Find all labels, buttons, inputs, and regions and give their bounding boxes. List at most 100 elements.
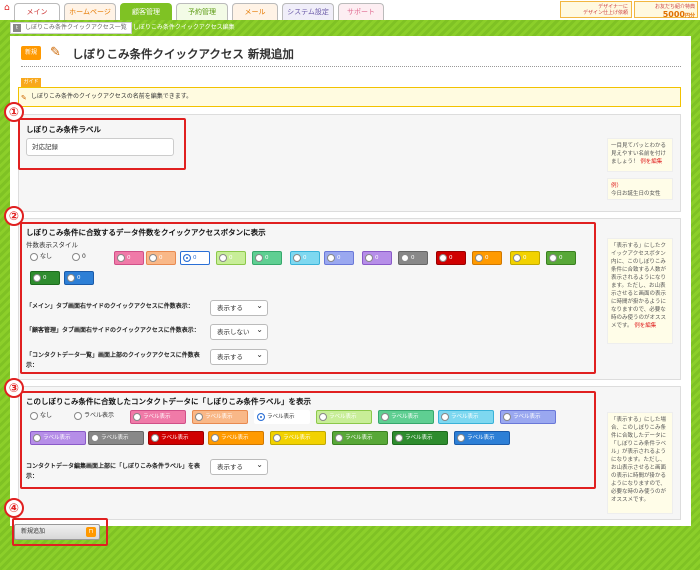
- option-label: ラベル表示: [345, 435, 373, 441]
- tab-label: メイン: [26, 8, 48, 16]
- option-label: 0: [411, 255, 415, 261]
- contact-label-style-option[interactable]: ラベル表示: [378, 410, 434, 424]
- option-label: ラベル表示: [267, 414, 295, 420]
- option-label: ラベル表示: [84, 412, 115, 419]
- option-label: 0: [82, 253, 86, 260]
- contact-label-style-option[interactable]: ラベル表示: [392, 431, 448, 445]
- contact-label-style-option[interactable]: ラベル表示: [316, 410, 372, 424]
- contact-label-style-option[interactable]: ラベル表示: [332, 431, 388, 445]
- radio-icon: [549, 253, 557, 262]
- radio-icon: [30, 411, 38, 420]
- count-style-option[interactable]: 0: [30, 271, 60, 285]
- contact-label-style-option[interactable]: ラベル表示: [130, 410, 186, 424]
- count-row-customer-select[interactable]: 表示しない: [210, 323, 268, 340]
- tab-mail[interactable]: メール: [232, 3, 278, 20]
- option-label: 0: [559, 255, 563, 261]
- radio-icon: [33, 273, 41, 282]
- title-divider: [21, 66, 681, 67]
- option-label: なし: [40, 253, 53, 260]
- marker-4: ④: [4, 498, 24, 518]
- referral-amount: 5000: [662, 10, 685, 19]
- option-label: ラベル表示: [143, 414, 171, 420]
- contact-label-style-option[interactable]: ラベル表示: [500, 410, 556, 424]
- contact-label-style-option[interactable]: ラベル表示: [454, 431, 510, 445]
- option-label: 0: [265, 255, 269, 261]
- lock-icon: ⊓: [86, 527, 96, 537]
- tab-label: 顧客管理: [132, 8, 160, 16]
- radio-icon: [91, 433, 99, 442]
- count-row-customer-label: 「顧客管理」タブ画面右サイドのクイックアクセスに件数表示：: [26, 327, 200, 334]
- label-example-note: 例） 今日お誕生日の女性: [607, 178, 673, 200]
- option-label: ラベル表示: [161, 435, 189, 441]
- count-style-option[interactable]: 0: [290, 251, 320, 265]
- option-label: ラベル表示: [391, 414, 419, 420]
- count-style-option[interactable]: 0: [510, 251, 540, 265]
- count-style-option[interactable]: 0: [398, 251, 428, 265]
- contact-label-style-option[interactable]: ラベル表示: [254, 410, 310, 424]
- tab-homepage[interactable]: ホームページ: [64, 3, 116, 20]
- option-label: ラベル表示: [283, 435, 311, 441]
- contact-label-style-option[interactable]: ラベル表示: [30, 431, 86, 445]
- new-badge: 新規: [21, 46, 41, 60]
- breadcrumb-current: > しぼりこみ条件クイックアクセス編集: [126, 24, 235, 31]
- contact-label-plain-option[interactable]: ラベル表示: [74, 411, 114, 421]
- radio-icon: [273, 433, 281, 442]
- radio-icon: [335, 433, 343, 442]
- radio-icon: [30, 252, 38, 261]
- label-tip-link[interactable]: 例を編集: [640, 159, 662, 165]
- count-style-option[interactable]: 0: [324, 251, 354, 265]
- count-style-option[interactable]: 0: [436, 251, 466, 265]
- option-label: ラベル表示: [467, 435, 495, 441]
- option-label: 0: [375, 255, 379, 261]
- count-style-option[interactable]: 0: [64, 271, 94, 285]
- condition-label-input[interactable]: 対応記録: [26, 138, 174, 156]
- count-style-option[interactable]: 0: [546, 251, 576, 265]
- count-style-option[interactable]: 0: [146, 251, 176, 265]
- option-label: ラベル表示: [221, 435, 249, 441]
- count-style-plain-option[interactable]: 0: [72, 252, 86, 262]
- contact-label-row-select[interactable]: 表示する: [210, 458, 268, 475]
- tab-support[interactable]: サポート: [338, 3, 384, 20]
- guide-box: ✎ しぼりこみ条件のクイックアクセスの名前を編集できます。: [18, 87, 681, 107]
- tab-main[interactable]: メイン: [14, 3, 60, 20]
- referral-ad-banner[interactable]: お友だち紹介特典 5000円分: [634, 1, 698, 19]
- count-style-option[interactable]: 0: [252, 251, 282, 265]
- radio-icon: [219, 253, 227, 262]
- count-style-option[interactable]: 0: [114, 251, 144, 265]
- pencil-icon: ✎: [50, 45, 61, 60]
- contact-label-none-option[interactable]: なし: [30, 411, 52, 421]
- option-label: ラベル表示: [405, 435, 433, 441]
- radio-icon: [441, 412, 449, 421]
- radio-icon: [72, 252, 80, 261]
- count-style-option[interactable]: 0: [216, 251, 246, 265]
- guide-pencil-icon: ✎: [21, 94, 27, 102]
- radio-icon: [319, 412, 327, 421]
- count-tip-link[interactable]: 例を編集: [634, 323, 656, 329]
- radio-icon: [195, 412, 203, 421]
- contact-label-style-option[interactable]: ラベル表示: [208, 431, 264, 445]
- designer-ad-banner[interactable]: デザイナーに デザイン仕上げ依頼: [560, 1, 632, 18]
- radio-icon: [365, 253, 373, 262]
- count-row-contact-select[interactable]: 表示する: [210, 348, 268, 365]
- tab-reservations[interactable]: 予約管理: [176, 3, 228, 20]
- count-style-option[interactable]: 0: [472, 251, 502, 265]
- contact-label-style-option[interactable]: ラベル表示: [88, 431, 144, 445]
- option-label: 0: [77, 275, 81, 281]
- radio-icon: [67, 273, 75, 282]
- count-style-option[interactable]: 0: [362, 251, 392, 265]
- count-row-main-select[interactable]: 表示する: [210, 299, 268, 316]
- option-label: ラベル表示: [205, 414, 233, 420]
- contact-label-style-option[interactable]: ラベル表示: [148, 431, 204, 445]
- radio-icon: [293, 253, 301, 262]
- breadcrumb-parent-link[interactable]: t しぼりこみ条件クイックアクセス一覧: [10, 22, 132, 34]
- contact-label-style-option[interactable]: ラベル表示: [438, 410, 494, 424]
- count-style-option[interactable]: 0: [180, 251, 210, 265]
- contact-label-style-option[interactable]: ラベル表示: [192, 410, 248, 424]
- guide-text: しぼりこみ条件のクイックアクセスの名前を編集できます。: [31, 93, 193, 100]
- count-row-main-label: 「メイン」タブ画面右サイドのクイックアクセスに件数表示：: [26, 303, 194, 310]
- tab-customers[interactable]: 顧客管理: [120, 3, 172, 20]
- count-style-none-option[interactable]: なし: [30, 252, 52, 262]
- tab-settings[interactable]: システム設定: [282, 3, 334, 20]
- contact-label-style-option[interactable]: ラベル表示: [270, 431, 326, 445]
- radio-icon: [439, 253, 447, 262]
